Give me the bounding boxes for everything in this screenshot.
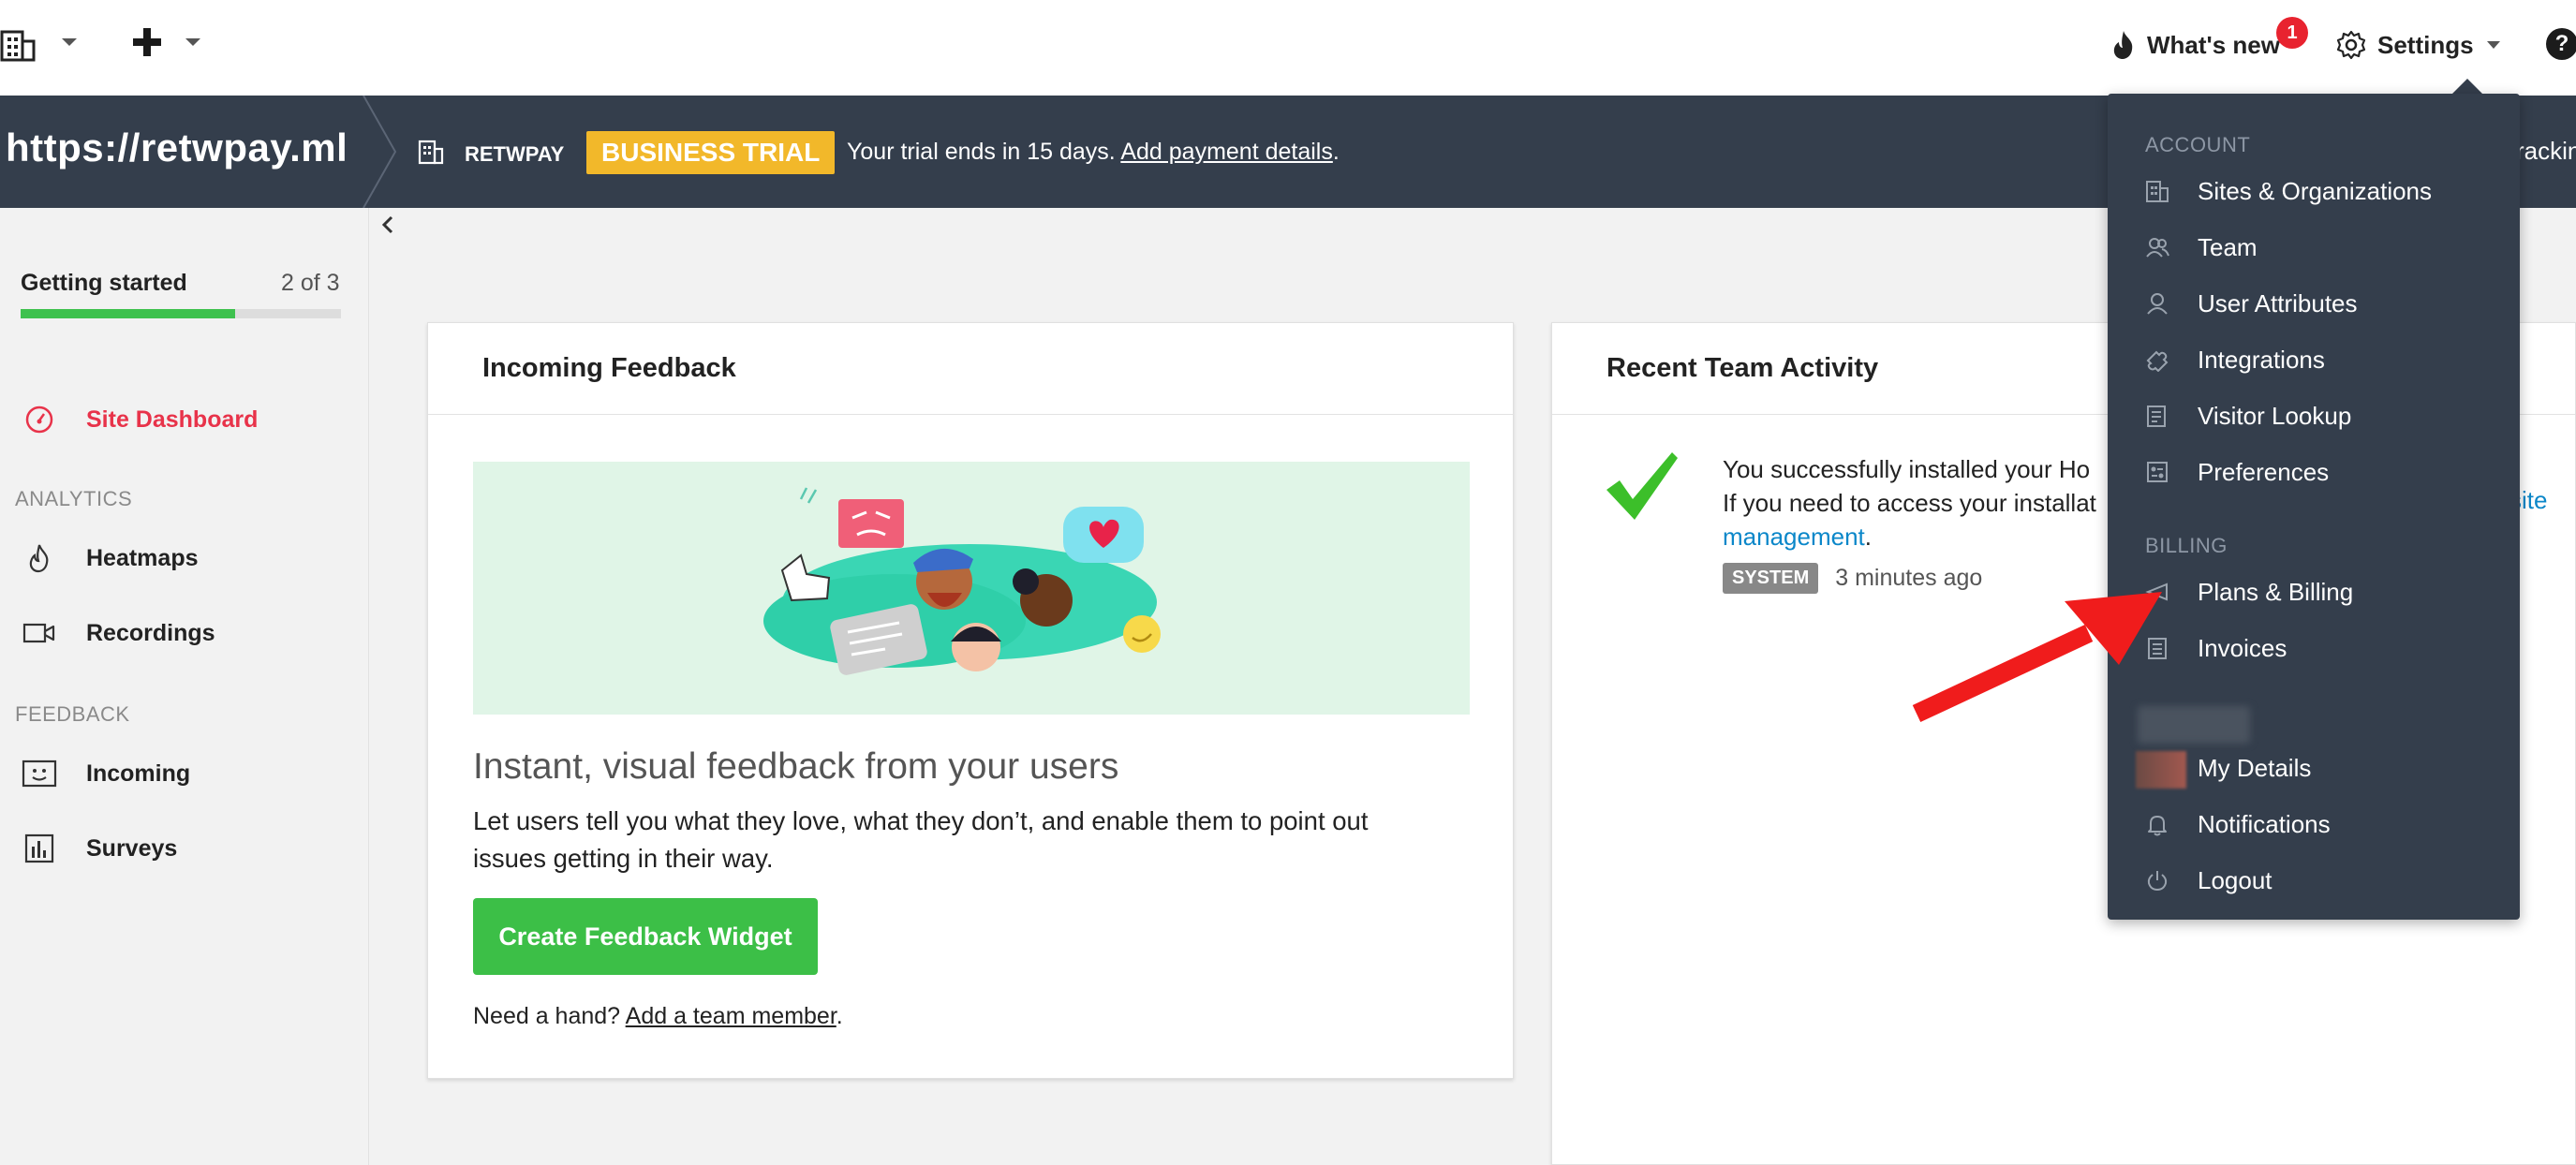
puzzle-icon	[2145, 347, 2169, 372]
sidebar-item-label: Site Dashboard	[86, 406, 259, 433]
sidebar-item-label: Heatmaps	[86, 544, 199, 571]
analytics-section-label: ANALYTICS	[15, 487, 133, 510]
menu-item-label: My Details	[2198, 753, 2312, 782]
menu-item-label: Team	[2198, 232, 2258, 261]
chevron-left-icon	[381, 215, 393, 234]
trial-text-end: .	[1332, 139, 1340, 165]
bell-icon	[2145, 812, 2169, 836]
org-name[interactable]: RETWPAY	[465, 142, 564, 167]
bar-chart-icon	[21, 833, 58, 863]
trial-badge: BUSINESS TRIAL	[586, 131, 836, 174]
hero-description: Let users tell you what they love, what …	[473, 806, 1369, 873]
card-title: Incoming Feedback	[428, 323, 1513, 415]
sidebar-item-incoming[interactable]: Incoming	[0, 745, 369, 802]
menu-item-label: User Attributes	[2198, 288, 2358, 317]
menu-item-label: Sites & Organizations	[2198, 176, 2433, 205]
getting-started-count: 2 of 3	[281, 270, 340, 296]
trial-message: Your trial ends in 15 days. Add payment …	[847, 139, 1340, 166]
tracking-label[interactable]: rackin	[2516, 137, 2576, 166]
chevron-down-icon	[2486, 41, 2500, 49]
checkmark-icon	[1606, 452, 1678, 520]
activity-line-1: You successfully installed your Ho	[1723, 455, 2091, 483]
menu-item-team[interactable]: Team	[2108, 221, 2520, 273]
sidebar-item-recordings[interactable]: Recordings	[0, 605, 369, 661]
menu-item-sites-organizations[interactable]: Sites & Organizations	[2108, 165, 2520, 217]
plus-icon[interactable]	[131, 26, 163, 58]
create-feedback-widget-button[interactable]: Create Feedback Widget	[473, 898, 818, 975]
menu-item-label: Notifications	[2198, 809, 2331, 838]
help-button[interactable]: ?	[2546, 28, 2576, 60]
site-url[interactable]: https://retwpay.ml	[6, 125, 348, 170]
menu-item-notifications[interactable]: Notifications	[2108, 798, 2520, 850]
settings-button[interactable]: Settings	[2336, 26, 2502, 64]
whats-new-button[interactable]: What's new	[2111, 26, 2280, 64]
team-icon	[2145, 235, 2169, 259]
add-chevron-down-icon[interactable]	[184, 36, 202, 49]
dashboard-icon	[21, 405, 58, 435]
activity-line-2: If you need to access your installat	[1723, 489, 2096, 517]
menu-item-label: Visitor Lookup	[2198, 401, 2352, 430]
feedback-illustration	[473, 462, 1470, 715]
need-hand-text: Need a hand? Add a team member.	[473, 1003, 843, 1030]
collapse-sidebar-button[interactable]	[369, 208, 407, 242]
menu-item-label: Preferences	[2198, 457, 2330, 486]
annotation-arrow	[1912, 592, 2162, 723]
site-management-link[interactable]: management	[1723, 523, 1865, 551]
getting-started-progress	[21, 309, 341, 318]
hero-title: Instant, visual feedback from your users	[473, 746, 1119, 787]
activity-line-3: management.	[1723, 520, 2096, 553]
account-section-label: ACCOUNT	[2145, 133, 2251, 156]
power-icon	[2145, 868, 2169, 892]
preferences-icon	[2145, 460, 2169, 484]
feedback-section-label: FEEDBACK	[15, 702, 130, 726]
menu-item-label: Plans & Billing	[2198, 577, 2354, 606]
menu-item-my-details[interactable]: My Details	[2108, 742, 2520, 794]
org-switcher-chevron-down-icon[interactable]	[60, 36, 79, 49]
need-hand-label: Need a hand?	[473, 1003, 626, 1029]
sidebar: Getting started 2 of 3 Site Dashboard AN…	[0, 208, 369, 1165]
notification-badge: 1	[2276, 17, 2308, 49]
menu-item-preferences[interactable]: Preferences	[2108, 446, 2520, 498]
flame-icon	[21, 543, 58, 573]
trial-text: Your trial ends in 15 days.	[847, 139, 1121, 165]
building-icon	[2145, 179, 2169, 203]
add-team-member-link[interactable]: Add a team member	[626, 1003, 836, 1029]
settings-dropdown-menu: ACCOUNT Sites & Organizations Team User …	[2108, 94, 2520, 920]
building-icon	[418, 140, 444, 165]
lookup-icon	[2145, 404, 2169, 428]
user-icon	[2145, 291, 2169, 316]
billing-section-label: BILLING	[2145, 534, 2228, 557]
whats-new-label: What's new	[2147, 30, 2280, 59]
progress-fill	[21, 309, 236, 318]
sidebar-item-surveys[interactable]: Surveys	[0, 820, 369, 877]
menu-item-user-attributes[interactable]: User Attributes	[2108, 277, 2520, 330]
sidebar-item-heatmaps[interactable]: Heatmaps	[0, 530, 369, 586]
breadcrumb-separator	[363, 96, 397, 208]
menu-item-label: Invoices	[2198, 633, 2287, 662]
menu-item-integrations[interactable]: Integrations	[2108, 333, 2520, 386]
menu-item-label: Integrations	[2198, 345, 2325, 374]
need-hand-end: .	[836, 1003, 843, 1029]
incoming-feedback-card: Incoming Feedback Instant, visual feedba…	[427, 322, 1514, 1079]
sidebar-item-label: Recordings	[86, 619, 215, 646]
add-payment-link[interactable]: Add payment details	[1120, 139, 1333, 165]
activity-message: You successfully installed your Ho If yo…	[1723, 452, 2096, 553]
sidebar-item-site-dashboard[interactable]: Site Dashboard	[0, 391, 369, 448]
flame-icon	[2113, 31, 2133, 59]
settings-label: Settings	[2377, 30, 2474, 59]
feedback-inbox-icon	[21, 759, 58, 789]
menu-item-logout[interactable]: Logout	[2108, 854, 2520, 907]
menu-item-visitor-lookup[interactable]: Visitor Lookup	[2108, 390, 2520, 442]
sidebar-item-label: Incoming	[86, 759, 191, 787]
system-tag: SYSTEM	[1723, 563, 1819, 594]
menu-item-label: Logout	[2198, 865, 2273, 894]
activity-line-end: .	[1864, 523, 1872, 551]
gear-icon	[2336, 30, 2366, 60]
top-navigation: What's new 1 Settings ?	[0, 0, 2576, 96]
getting-started-title[interactable]: Getting started	[21, 270, 187, 297]
building-icon[interactable]	[0, 28, 37, 62]
sidebar-item-label: Surveys	[86, 834, 178, 862]
video-camera-icon	[21, 618, 58, 648]
